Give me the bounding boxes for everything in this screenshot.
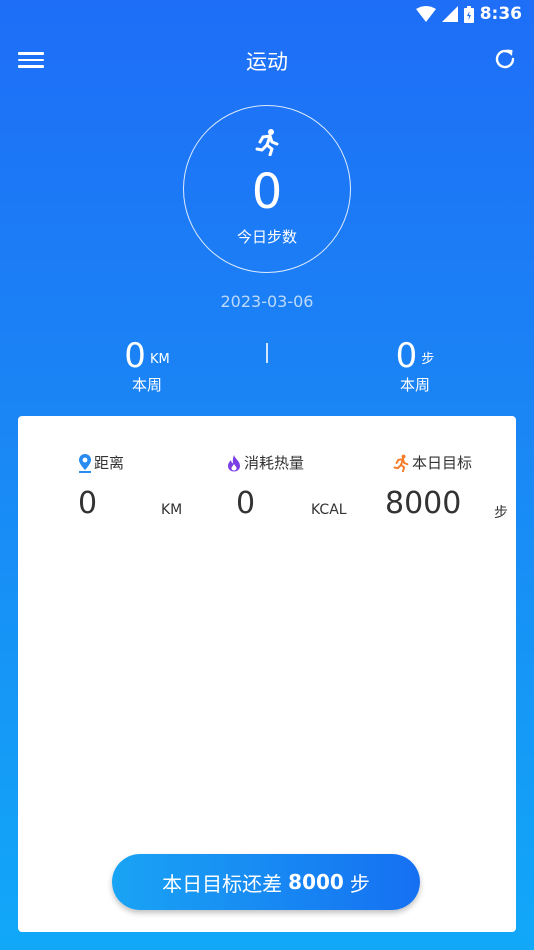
status-icons: 8:36	[415, 4, 522, 24]
distance-stat-head: 距离	[78, 452, 124, 473]
week-steps: 0步 本周	[335, 336, 495, 395]
calories-value: 0	[236, 486, 256, 521]
week-steps-value: 0	[395, 336, 418, 376]
calories-unit: KCAL	[311, 502, 347, 518]
today-steps-circle: 0 今日步数	[183, 105, 351, 273]
goal-unit: 步	[494, 505, 508, 521]
week-distance-value: 0	[124, 336, 146, 376]
today-steps-label: 今日步数	[236, 228, 297, 246]
week-distance-label: 本周	[131, 376, 162, 394]
top-bar: 运动	[0, 36, 534, 84]
runner-icon	[255, 129, 279, 156]
daily-goal-button[interactable]: 本日目标还差 8000 步	[112, 854, 420, 910]
signal-icon	[441, 6, 458, 22]
flame-icon	[228, 454, 240, 471]
goal-stat-head: 本日目标	[392, 452, 472, 473]
goal-value: 8000	[385, 486, 462, 521]
goal-button-number: 8000	[288, 870, 344, 894]
week-distance: 0 KM 本周	[67, 336, 227, 395]
goal-button-prefix: 本日目标还差	[162, 871, 283, 896]
week-steps-unit: 步	[421, 352, 435, 367]
page-title: 运动	[246, 50, 288, 74]
location-pin-icon	[79, 453, 91, 473]
runner-icon	[393, 454, 409, 472]
goal-button-suffix: 步	[349, 871, 370, 896]
week-steps-label: 本周	[399, 376, 430, 394]
week-divider	[266, 343, 268, 363]
calories-label: 消耗热量	[244, 454, 305, 472]
wifi-icon	[415, 6, 436, 22]
distance-unit: KM	[161, 502, 183, 518]
goal-label: 本日目标	[412, 454, 473, 472]
battery-icon	[463, 5, 474, 23]
status-bar: 8:36	[0, 0, 534, 28]
distance-value: 0	[78, 486, 98, 521]
distance-label: 距离	[94, 454, 125, 472]
refresh-icon[interactable]	[492, 46, 518, 72]
status-time: 8:36	[479, 4, 522, 24]
date-label: 2023-03-06	[220, 292, 314, 311]
today-steps-value: 0	[251, 164, 283, 220]
stats-card: 距离 0 KM 消耗热量 0 KCAL 本日目标 8000 步 本日目标还差 8…	[18, 416, 516, 932]
week-distance-unit: KM	[149, 352, 170, 367]
calories-stat-head: 消耗热量	[226, 452, 304, 473]
